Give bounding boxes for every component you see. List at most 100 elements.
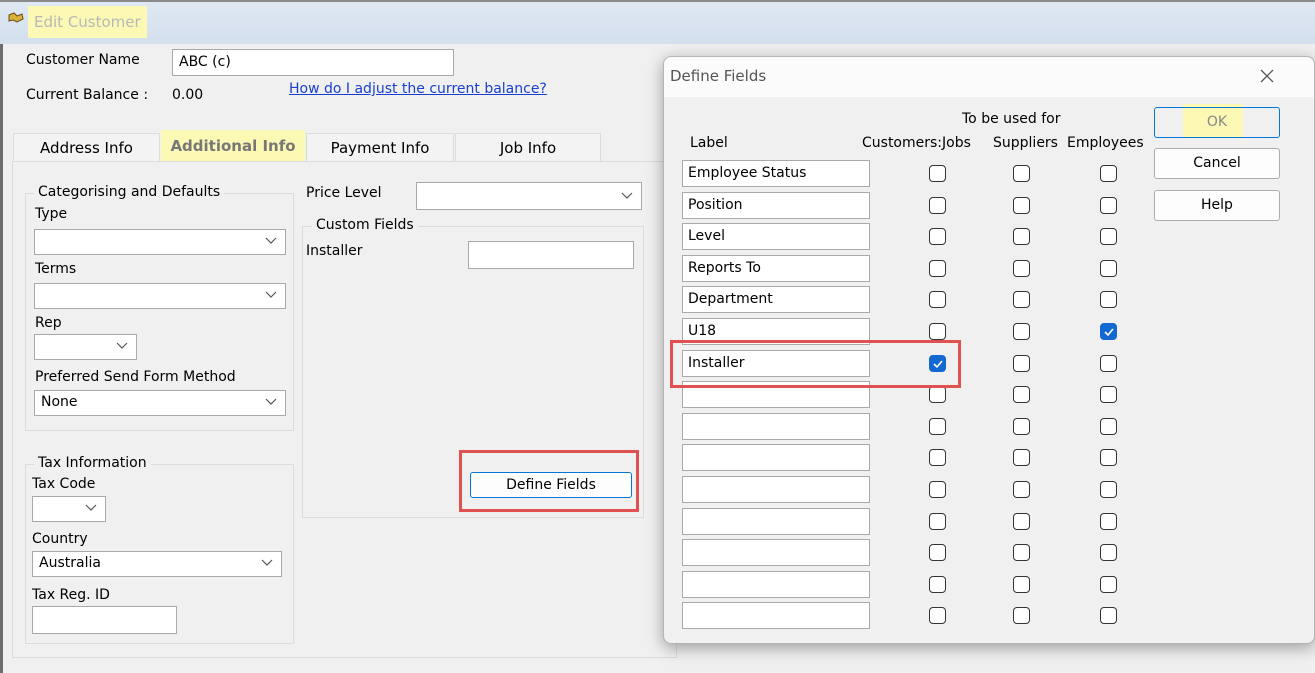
customers-checkbox[interactable] [929, 513, 946, 530]
field-label-input[interactable] [682, 508, 870, 535]
suppliers-checkbox[interactable] [1013, 291, 1030, 308]
employees-checkbox[interactable] [1100, 449, 1117, 466]
customers-checkbox[interactable] [929, 260, 946, 277]
employees-checkbox[interactable] [1100, 418, 1117, 435]
customers-checkbox[interactable] [929, 323, 946, 340]
field-label-input[interactable] [682, 602, 870, 629]
suppliers-checkbox[interactable] [1013, 544, 1030, 561]
cancel-button[interactable]: Cancel [1154, 148, 1280, 179]
rep-label: Rep [35, 315, 62, 331]
customers-checkbox[interactable] [929, 165, 946, 182]
chevron-down-icon [265, 398, 277, 405]
price-level-label: Price Level [306, 185, 382, 201]
field-row: Level [682, 223, 1152, 250]
customers-checkbox[interactable] [929, 228, 946, 245]
field-label-input[interactable]: Employee Status [682, 160, 870, 187]
suppliers-checkbox[interactable] [1013, 481, 1030, 498]
field-row [682, 571, 1152, 598]
suppliers-checkbox[interactable] [1013, 355, 1030, 372]
installer-field[interactable] [468, 241, 634, 269]
field-label-input[interactable]: Position [682, 192, 870, 219]
employees-checkbox[interactable] [1100, 323, 1117, 340]
field-label-input[interactable] [682, 476, 870, 503]
employees-checkbox[interactable] [1100, 197, 1117, 214]
suppliers-checkbox[interactable] [1013, 197, 1030, 214]
field-row [682, 444, 1152, 471]
country-dropdown[interactable]: Australia [32, 551, 282, 577]
customers-checkbox[interactable] [929, 544, 946, 561]
tab-additional-info[interactable]: Additional Info [161, 130, 305, 162]
suppliers-checkbox[interactable] [1013, 260, 1030, 277]
field-row: Department [682, 286, 1152, 313]
price-level-dropdown[interactable] [416, 182, 642, 210]
col-employees-header: Employees [1067, 135, 1144, 151]
tax-code-label: Tax Code [32, 476, 96, 492]
close-icon[interactable] [1258, 67, 1276, 85]
chevron-down-icon [265, 237, 277, 244]
customers-checkbox[interactable] [929, 418, 946, 435]
tax-code-dropdown[interactable] [32, 496, 106, 522]
employees-checkbox[interactable] [1100, 228, 1117, 245]
terms-dropdown[interactable] [34, 283, 286, 309]
suppliers-checkbox[interactable] [1013, 228, 1030, 245]
tax-info-legend: Tax Information [34, 455, 151, 471]
app-logo-icon [8, 10, 24, 26]
field-label-input[interactable] [682, 444, 870, 471]
customers-checkbox[interactable] [929, 197, 946, 214]
customers-checkbox[interactable] [929, 449, 946, 466]
rep-dropdown[interactable] [34, 334, 137, 360]
field-row: Employee Status [682, 160, 1152, 187]
employees-checkbox[interactable] [1100, 291, 1117, 308]
categorising-legend: Categorising and Defaults [34, 184, 225, 200]
window-title: Edit Customer [28, 6, 147, 38]
employees-checkbox[interactable] [1100, 386, 1117, 403]
employees-checkbox[interactable] [1100, 260, 1117, 277]
customers-checkbox[interactable] [929, 291, 946, 308]
ok-button[interactable]: OK [1154, 107, 1280, 138]
employees-checkbox[interactable] [1100, 544, 1117, 561]
suppliers-checkbox[interactable] [1013, 386, 1030, 403]
adjust-balance-help-link[interactable]: How do I adjust the current balance? [289, 81, 547, 97]
field-label-input[interactable] [682, 539, 870, 566]
employees-checkbox[interactable] [1100, 165, 1117, 182]
define-fields-button[interactable]: Define Fields [470, 472, 632, 498]
checkmark-icon [1104, 328, 1114, 337]
customers-checkbox[interactable] [929, 386, 946, 403]
customers-checkbox[interactable] [929, 481, 946, 498]
type-dropdown[interactable] [34, 229, 286, 255]
field-label-input[interactable]: Department [682, 286, 870, 313]
suppliers-checkbox[interactable] [1013, 418, 1030, 435]
dialog-title: Define Fields [670, 67, 767, 85]
tab-payment-info[interactable]: Payment Info [306, 133, 454, 162]
customers-checkbox[interactable] [929, 576, 946, 593]
chevron-down-icon [265, 291, 277, 298]
employees-checkbox[interactable] [1100, 576, 1117, 593]
help-button[interactable]: Help [1154, 190, 1280, 221]
suppliers-checkbox[interactable] [1013, 513, 1030, 530]
chevron-down-icon [621, 192, 633, 199]
suppliers-checkbox[interactable] [1013, 323, 1030, 340]
field-row [682, 413, 1152, 440]
tab-job-info[interactable]: Job Info [455, 133, 601, 162]
customer-name-field[interactable]: ABC (c) [172, 49, 454, 76]
field-label-input[interactable] [682, 571, 870, 598]
customers-checkbox[interactable] [929, 607, 946, 624]
employees-checkbox[interactable] [1100, 513, 1117, 530]
employees-checkbox[interactable] [1100, 481, 1117, 498]
tab-address-info[interactable]: Address Info [13, 133, 160, 162]
employees-checkbox[interactable] [1100, 607, 1117, 624]
to-be-used-for-header: To be used for [962, 111, 1061, 127]
tax-reg-id-field[interactable] [32, 606, 177, 634]
send-method-dropdown[interactable]: None [34, 390, 286, 416]
country-label: Country [32, 531, 88, 547]
employees-checkbox[interactable] [1100, 355, 1117, 372]
suppliers-checkbox[interactable] [1013, 607, 1030, 624]
field-label-input[interactable] [682, 413, 870, 440]
suppliers-checkbox[interactable] [1013, 576, 1030, 593]
field-label-input[interactable]: Reports To [682, 255, 870, 282]
suppliers-checkbox[interactable] [1013, 449, 1030, 466]
field-label-input[interactable]: Level [682, 223, 870, 250]
country-value: Australia [39, 555, 101, 571]
suppliers-checkbox[interactable] [1013, 165, 1030, 182]
current-balance-value: 0.00 [172, 87, 204, 103]
